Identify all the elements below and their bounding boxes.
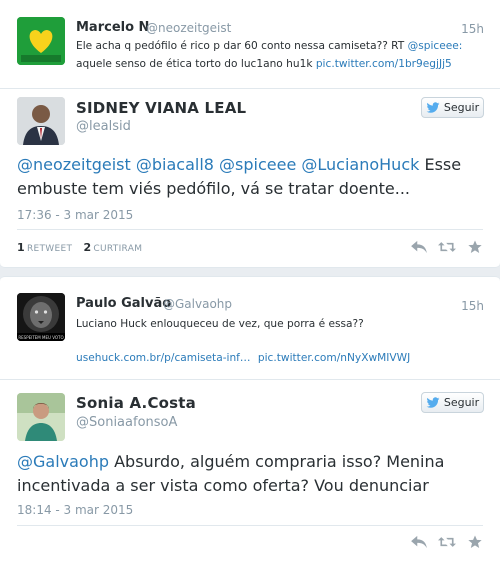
avatar-sidney[interactable] [17, 97, 65, 145]
follow-label: Seguir [443, 396, 480, 409]
tweet-card-1: Marcelo N @neozeitgeist 15h Ele acha q p… [0, 0, 500, 268]
favorite-icon[interactable] [466, 535, 484, 549]
tweet-text-line: aquele senso de ética torto do luc1ano h… [76, 55, 452, 73]
mention-links[interactable]: @neozeitgeist @biacall8 @spiceee @Lucian… [17, 155, 419, 174]
retweet-icon[interactable] [438, 535, 456, 549]
pic-link[interactable]: pic.twitter.com/1br9egjJj5 [316, 58, 452, 70]
follow-button[interactable]: Seguir [421, 392, 484, 413]
avatar-paulo[interactable]: RESPEITEM MEU VOTO [17, 293, 65, 341]
author-handle[interactable]: @neozeitgeist [146, 21, 231, 35]
tweet-links-line: usehuck.com.br/p/camiseta-inf… pic.twitt… [76, 349, 410, 367]
mention-link[interactable]: @Galvaohp [17, 452, 109, 471]
tweet-text-line: Ele acha q pedófilo é rico p dar 60 cont… [76, 37, 462, 55]
url-link[interactable]: usehuck.com.br/p/camiseta-inf… [76, 352, 251, 364]
reply-icon[interactable] [410, 240, 428, 254]
divider [0, 379, 500, 380]
author-handle[interactable]: @SoniaafonsoA [76, 415, 177, 430]
reply-text-line: @neozeitgeist @biacall8 @spiceee @Lucian… [17, 152, 461, 177]
twitter-bird-icon [426, 101, 440, 113]
author-handle[interactable]: @Galvaohp [163, 297, 232, 311]
action-bar [410, 535, 484, 549]
pic-link[interactable]: pic.twitter.com/nNyXwMIVWJ [258, 352, 410, 364]
divider [17, 229, 483, 230]
tweet-time[interactable]: 15h [461, 299, 484, 313]
divider [0, 88, 500, 89]
avatar-woman-photo [17, 393, 65, 441]
reply-text-line: embuste tem viés pedófilo, vá se tratar … [17, 179, 410, 198]
timestamp[interactable]: 18:14 - 3 mar 2015 [17, 503, 133, 517]
retweet-label[interactable]: RETWEET [27, 244, 72, 254]
retweet-count[interactable]: 1 [17, 241, 25, 254]
tweet-text: Luciano Huck enlouqueceu de vez, que por… [76, 318, 364, 330]
favorite-icon[interactable] [466, 240, 484, 254]
author-name[interactable]: SIDNEY VIANA LEAL [76, 99, 246, 117]
twitter-bird-icon [426, 396, 440, 408]
retweet-icon[interactable] [438, 240, 456, 254]
reply-text: Absurdo, alguém compraria isso? Menina [109, 452, 445, 471]
reply-text: Esse [419, 155, 462, 174]
tweet-text: aquele senso de ética torto do luc1ano h… [76, 58, 316, 70]
follow-button[interactable]: Seguir [421, 97, 484, 118]
reply-icon[interactable] [410, 535, 428, 549]
like-count[interactable]: 2 [83, 241, 91, 254]
avatar-lion-image [17, 293, 65, 341]
author-name[interactable]: Paulo Galvão [76, 296, 171, 311]
tweet-time[interactable]: 15h [461, 22, 484, 36]
tweet-text: Ele acha q pedófilo é rico p dar 60 cont… [76, 40, 408, 52]
mention-link[interactable]: @spiceee: [408, 40, 463, 52]
avatar-heart-logo [17, 17, 65, 65]
reply-text-line: @Galvaohp Absurdo, alguém compraria isso… [17, 449, 444, 474]
author-name[interactable]: Marcelo N [76, 20, 149, 35]
avatar-marcelo[interactable] [17, 17, 65, 65]
action-bar [410, 240, 484, 254]
avatar-sonia[interactable] [17, 393, 65, 441]
author-handle[interactable]: @lealsid [76, 119, 131, 134]
author-name[interactable]: Sonia A.Costa [76, 394, 196, 412]
divider [17, 525, 483, 526]
tweet-stats: 1 RETWEET 2 CURTIRAM [17, 241, 150, 254]
like-label[interactable]: CURTIRAM [93, 244, 142, 254]
tweet-card-2: RESPEITEM MEU VOTO Paulo Galvão @Galvaoh… [0, 276, 500, 564]
timestamp[interactable]: 17:36 - 3 mar 2015 [17, 208, 133, 222]
follow-label: Seguir [443, 101, 480, 114]
avatar-caption: RESPEITEM MEU VOTO [18, 335, 64, 340]
avatar-man-photo [17, 97, 65, 145]
reply-text-line: incentivada a ser vista como oferta? Vou… [17, 476, 429, 495]
